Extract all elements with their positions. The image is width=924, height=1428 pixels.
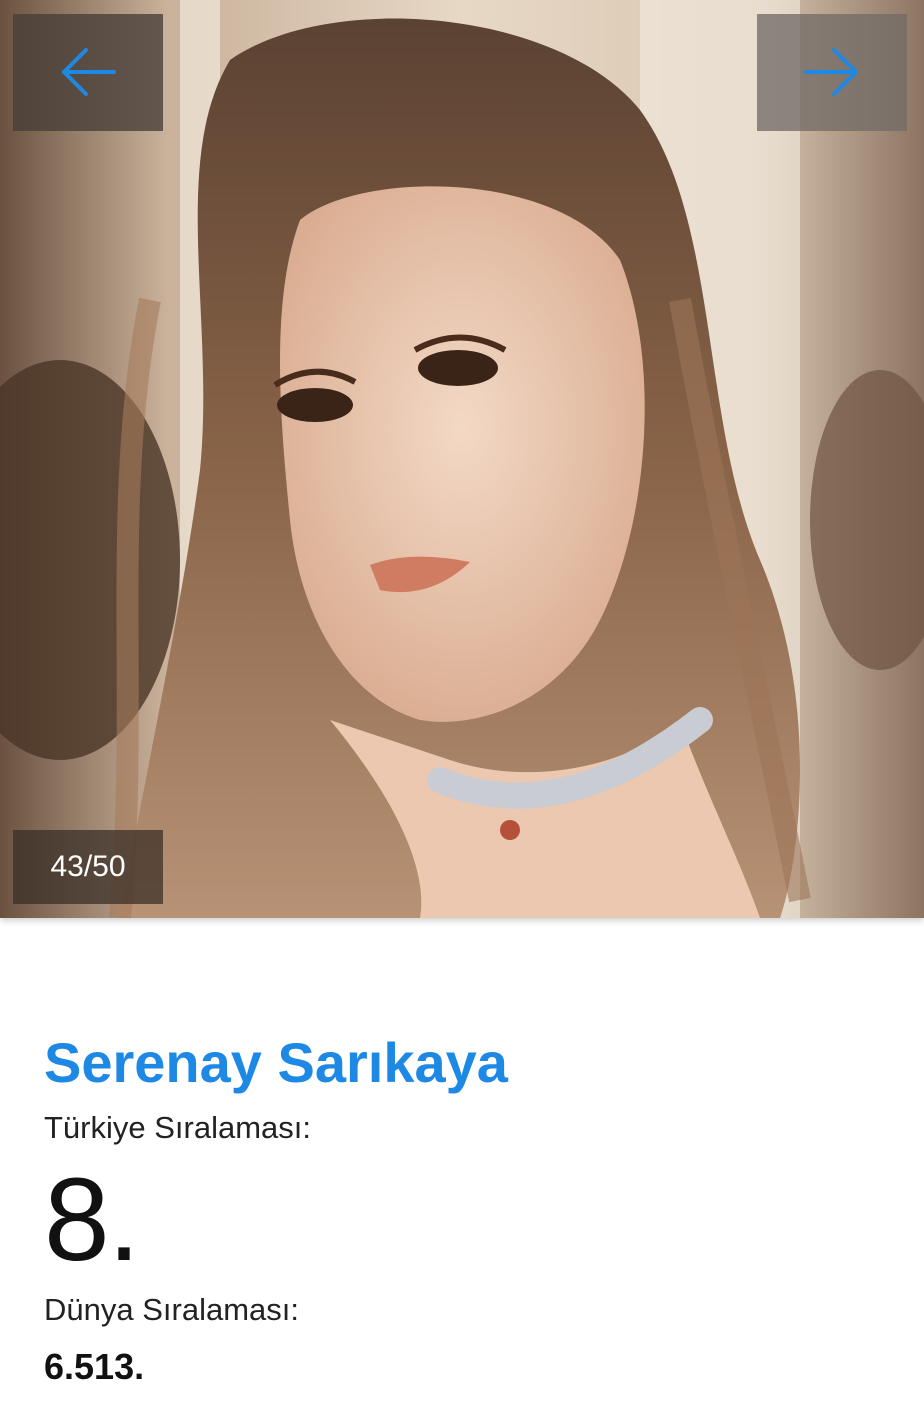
- arrow-left-icon: [62, 48, 116, 96]
- photo-counter: 43/50: [13, 830, 163, 904]
- world-rank-label: Dünya Sıralaması:: [44, 1292, 299, 1327]
- next-photo-button[interactable]: [757, 14, 907, 131]
- turkey-rank-label: Türkiye Sıralaması:: [44, 1110, 312, 1145]
- previous-photo-button[interactable]: [13, 14, 163, 131]
- turkey-rank-value: 8.: [44, 1154, 140, 1286]
- world-rank-value: 6.513.: [44, 1346, 145, 1387]
- portrait-photo: [0, 0, 924, 918]
- photo-gallery: 43/50: [0, 0, 924, 918]
- person-name[interactable]: Serenay Sarıkaya: [44, 1030, 904, 1096]
- profile-info: Serenay Sarıkaya Türkiye Sıralaması: 8. …: [44, 1030, 904, 1390]
- arrow-right-icon: [804, 48, 858, 96]
